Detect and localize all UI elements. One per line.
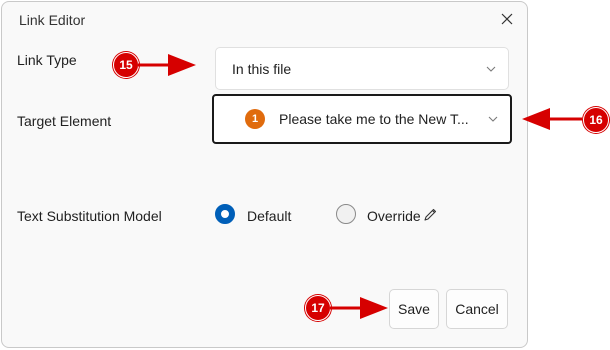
dialog-title: Link Editor: [19, 12, 86, 28]
radio-default[interactable]: [215, 204, 235, 224]
text-substitution-label: Text Substitution Model: [17, 208, 162, 224]
radio-default-label: Default: [247, 208, 292, 224]
target-element-label: Target Element: [17, 113, 112, 129]
radio-override[interactable]: [336, 204, 356, 224]
chevron-down-icon: [486, 66, 496, 72]
link-editor-dialog: Link Editor Link Type In this file Targe…: [1, 1, 528, 348]
callout-17: 17: [305, 295, 331, 321]
link-type-value: In this file: [232, 60, 292, 77]
arrow-left-icon: [522, 108, 582, 130]
cancel-button[interactable]: Cancel: [446, 289, 508, 329]
target-element-value: Please take me to the New T...: [279, 111, 469, 127]
close-button[interactable]: [494, 7, 520, 31]
link-type-dropdown[interactable]: In this file: [215, 47, 509, 90]
chevron-down-icon: [488, 116, 498, 122]
link-type-label: Link Type: [17, 52, 77, 68]
callout-16: 16: [583, 107, 609, 133]
element-number-badge: 1: [245, 109, 265, 129]
close-icon: [501, 13, 513, 25]
arrow-right-icon: [330, 297, 388, 319]
callout-15: 15: [113, 52, 139, 78]
pencil-icon[interactable]: [423, 207, 438, 222]
save-button[interactable]: Save: [389, 289, 439, 329]
arrow-right-icon: [138, 54, 196, 76]
target-element-dropdown[interactable]: 1 Please take me to the New T...: [212, 94, 512, 144]
radio-override-label: Override: [367, 208, 421, 224]
